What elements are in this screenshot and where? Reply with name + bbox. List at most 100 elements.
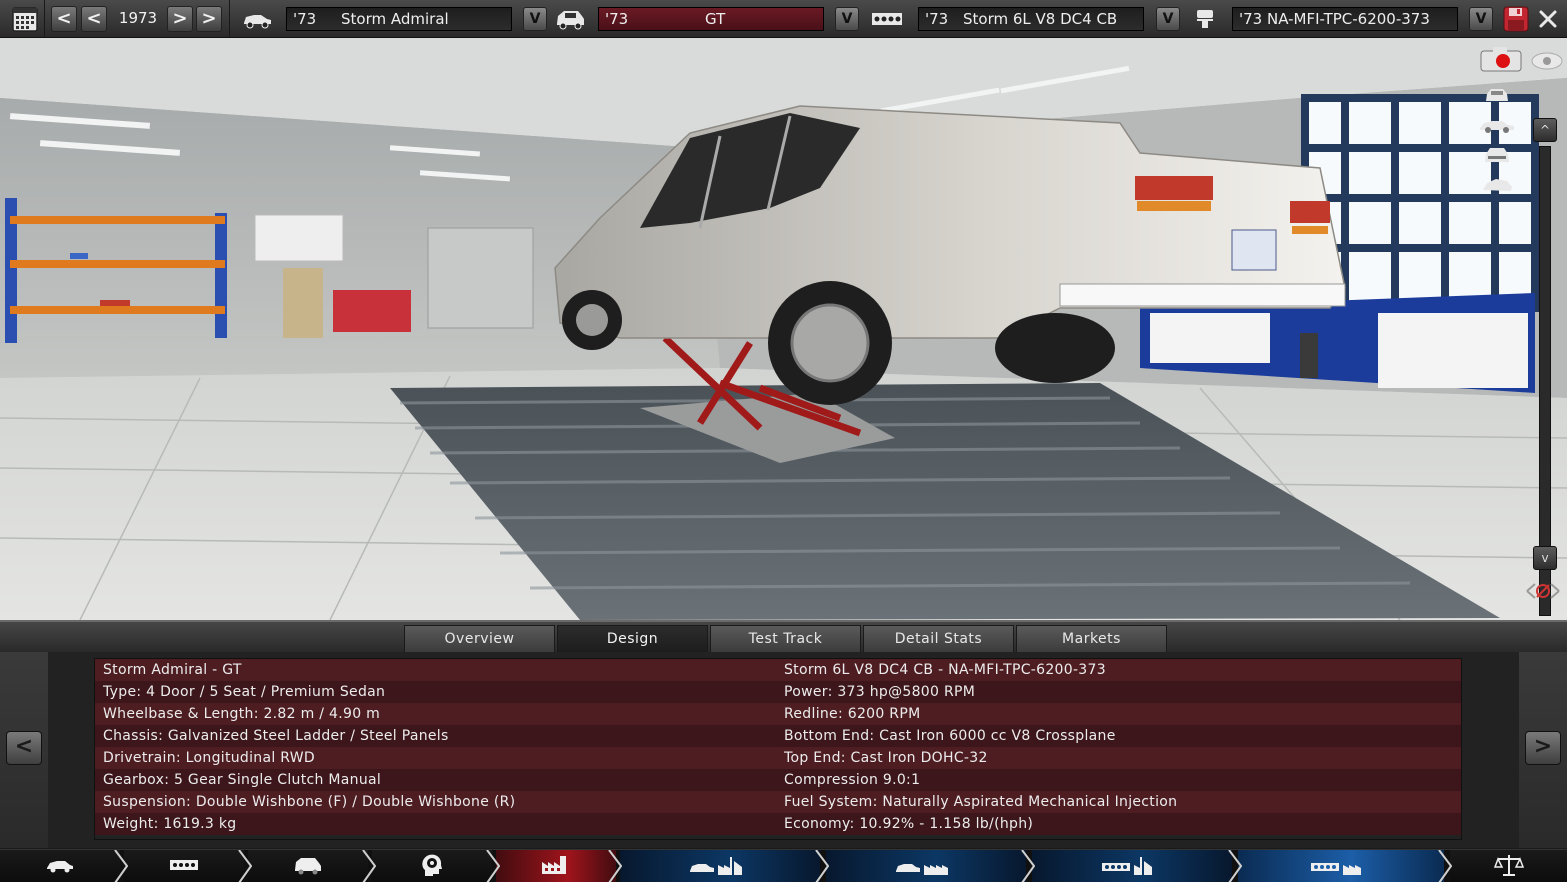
car-body-icon	[45, 856, 75, 878]
piston-icon	[1188, 4, 1222, 34]
nav-separator-chevron	[815, 850, 829, 882]
spec-row: Type: 4 Door / 5 Seat / Premium Sedan Po…	[95, 681, 1461, 703]
nav-engineering[interactable]	[372, 850, 492, 882]
car-spec: Wheelbase & Length: 2.82 m / 4.90 m	[103, 706, 381, 722]
trim-select[interactable]: '73 GT	[598, 7, 824, 31]
engine-family-year: '73	[925, 10, 949, 28]
engine-variant-dropdown-button[interactable]: V	[1469, 7, 1493, 31]
nav-separator-chevron	[486, 850, 500, 882]
car-spec: Chassis: Galvanized Steel Ladder / Steel…	[103, 728, 449, 744]
nav-van[interactable]	[248, 850, 368, 882]
info-prev-column: <	[0, 652, 48, 848]
view-tools: ^ v	[1480, 38, 1567, 618]
spec-row: Wheelbase & Length: 2.82 m / 4.90 m Redl…	[95, 703, 1461, 725]
engine-spec: Redline: 6200 RPM	[784, 706, 921, 722]
spec-row: Storm Admiral - GT Storm 6L V8 DC4 CB - …	[95, 659, 1461, 681]
year-label: 1973	[118, 9, 158, 27]
model-select[interactable]: '73 Storm Admiral	[286, 7, 512, 31]
scroll-down-button[interactable]: v	[1533, 546, 1557, 570]
info-prev-button[interactable]: <	[6, 731, 42, 765]
spec-row: Chassis: Galvanized Steel Ladder / Steel…	[95, 725, 1461, 747]
chassis-icon	[168, 857, 200, 877]
engine-family-select[interactable]: '73 Storm 6L V8 DC4 CB	[918, 7, 1144, 31]
model-year: '73	[293, 10, 317, 28]
car-spec: Gearbox: 5 Gear Single Clutch Manual	[103, 772, 382, 788]
engine-spec: Storm 6L V8 DC4 CB - NA-MFI-TPC-6200-373	[784, 662, 1106, 678]
trim-year: '73	[605, 10, 629, 28]
tab-detail-stats[interactable]: Detail Stats	[863, 625, 1014, 653]
engine-production-icon	[1309, 853, 1373, 881]
view-scrollbar[interactable]: ^ v	[1533, 118, 1557, 648]
car-front-view-icon[interactable]	[1477, 82, 1517, 108]
save-icon[interactable]	[1500, 4, 1532, 34]
tab-markets[interactable]: Markets	[1016, 625, 1167, 653]
nav-chassis[interactable]	[124, 850, 244, 882]
spec-row: Drivetrain: Longitudinal RWD Top End: Ca…	[95, 747, 1461, 769]
model-dropdown-button[interactable]: V	[523, 7, 547, 31]
tab-test-track[interactable]: Test Track	[710, 625, 861, 653]
car-model-icon	[240, 4, 274, 34]
car-trim-icon	[553, 4, 587, 34]
scroll-up-button[interactable]: ^	[1533, 118, 1557, 142]
car-rear-view-icon[interactable]	[1477, 142, 1517, 168]
car-side-view-icon[interactable]	[1477, 112, 1517, 138]
nav-separator-chevron	[1228, 850, 1242, 882]
nav-car-production[interactable]	[826, 850, 1026, 882]
year-next-fast-button[interactable]: >	[196, 6, 222, 32]
spec-row: Suspension: Double Wishbone (F) / Double…	[95, 791, 1461, 813]
year-prev-button[interactable]: <	[81, 6, 107, 32]
top-toolbar: < < 1973 > > '73 Storm Admiral V '73 GT V …	[0, 0, 1567, 38]
close-icon[interactable]	[1533, 4, 1563, 34]
eye-icon[interactable]	[1527, 48, 1567, 74]
nav-car-factory[interactable]	[620, 850, 820, 882]
nav-markets[interactable]	[1450, 850, 1567, 882]
nav-car-body[interactable]	[0, 850, 120, 882]
engine-spec: Economy: 10.92% - 1.158 lb/(hph)	[784, 816, 1034, 832]
year-next-button[interactable]: >	[167, 6, 193, 32]
engine-variant-select[interactable]: '73 NA-MFI-TPC-6200-373	[1232, 7, 1458, 31]
car-factory-icon	[688, 853, 752, 881]
hide-ui-icon[interactable]	[1523, 578, 1563, 604]
engine-spec: Power: 373 hp@5800 RPM	[784, 684, 976, 700]
engine-spec: Compression 9.0:1	[784, 772, 921, 788]
camera-record-icon[interactable]	[1477, 46, 1525, 72]
info-panel: < > Storm Admiral - GT Storm 6L V8 DC4 C…	[0, 652, 1567, 848]
car-spec: Type: 4 Door / 5 Seat / Premium Sedan	[103, 684, 386, 700]
car-3d-viewport[interactable]	[0, 38, 1567, 620]
nav-separator-chevron	[238, 850, 252, 882]
nav-separator-chevron	[1021, 850, 1035, 882]
engine-factory-icon	[1100, 853, 1164, 881]
calendar-icon[interactable]	[8, 4, 42, 34]
spec-row: Gearbox: 5 Gear Single Clutch Manual Com…	[95, 769, 1461, 791]
engine-family-dropdown-button[interactable]: V	[1156, 7, 1180, 31]
van-icon	[293, 855, 323, 879]
car-spec: Storm Admiral - GT	[103, 662, 242, 678]
garage-scene	[0, 38, 1567, 620]
spec-row: Weight: 1619.3 kg Economy: 10.92% - 1.15…	[95, 813, 1461, 835]
info-next-button[interactable]: >	[1525, 731, 1561, 765]
tab-overview[interactable]: Overview	[404, 625, 555, 653]
nav-separator-chevron	[1438, 850, 1452, 882]
nav-separator-chevron	[608, 850, 622, 882]
nav-separator-chevron	[362, 850, 376, 882]
engine-spec: Bottom End: Cast Iron 6000 cc V8 Crosspl…	[784, 728, 1116, 744]
tab-design[interactable]: Design	[557, 625, 708, 653]
year-prev-fast-button[interactable]: <	[51, 6, 77, 32]
trim-dropdown-button[interactable]: V	[835, 7, 859, 31]
engine-variant-name: '73 NA-MFI-TPC-6200-373	[1239, 10, 1430, 28]
engine-family-name: Storm 6L V8 DC4 CB	[963, 10, 1118, 28]
car-spec: Weight: 1619.3 kg	[103, 816, 237, 832]
nav-engine-factory[interactable]	[1032, 850, 1232, 882]
model-name: Storm Admiral	[341, 10, 449, 28]
scales-icon	[1493, 853, 1524, 881]
engine-block-icon	[870, 4, 904, 34]
car-three-quarter-view-icon[interactable]	[1477, 172, 1517, 198]
info-next-column: >	[1519, 652, 1567, 848]
spec-table: Storm Admiral - GT Storm 6L V8 DC4 CB - …	[94, 658, 1462, 840]
trim-name: GT	[705, 10, 726, 28]
nav-engine-production[interactable]	[1238, 850, 1444, 882]
nav-factory[interactable]	[496, 850, 616, 882]
head-gear-icon	[419, 852, 445, 882]
factory-icon	[540, 854, 572, 880]
engine-spec: Top End: Cast Iron DOHC-32	[784, 750, 988, 766]
